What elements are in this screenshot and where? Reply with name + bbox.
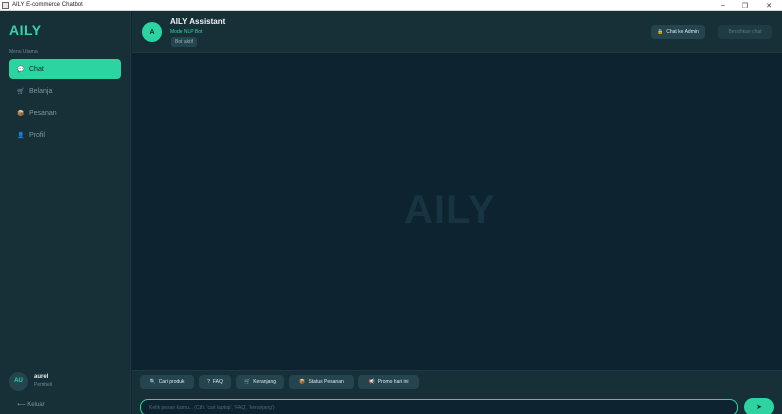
user-role: Pembeli <box>34 382 53 388</box>
person-icon: 👤 <box>17 132 25 139</box>
cart-icon: 🛒 <box>243 379 251 385</box>
sidebar: AILY Menu Utama 💬 Chat 🛒 Belanja 📦 Pesan… <box>0 11 131 414</box>
bot-name: AILY Assistant <box>170 17 226 26</box>
sidebar-item-label: Profil <box>29 131 45 139</box>
sidebar-item-label: Belanja <box>29 87 53 95</box>
clear-chat-button[interactable]: Bersihkan chat <box>718 25 772 39</box>
bot-avatar: A <box>142 22 162 42</box>
quick-reply-status-pesanan[interactable]: 📦 Status Pesanan <box>289 375 354 389</box>
chat-panel: A AILY Assistant Mode NLP Bot Bot aktif … <box>132 11 782 414</box>
quick-reply-cari-produk[interactable]: 🔍 Cari produk <box>140 375 194 389</box>
sidebar-item-label: Pesanan <box>29 109 57 117</box>
sidebar-item-pesanan[interactable]: 📦 Pesanan <box>9 103 121 123</box>
quick-reply-keranjang[interactable]: 🛒 Keranjang <box>236 375 284 389</box>
chat-admin-button[interactable]: 🔒 Chat ke Admin <box>651 25 705 39</box>
megaphone-icon: 📢 <box>368 379 375 385</box>
user-avatar: AU <box>9 371 28 391</box>
window-titlebar: AILY E-commerce Chatbot – ❐ ✕ <box>0 0 782 11</box>
lock-icon: 🔒 <box>657 29 664 35</box>
minimize-button[interactable]: – <box>712 0 734 11</box>
search-icon: 🔍 <box>149 379 156 385</box>
user-card: AU aurel Pembeli <box>9 371 121 391</box>
package-icon: 📦 <box>299 379 306 385</box>
logout-button[interactable]: ⟵ Keluar <box>17 401 45 408</box>
quick-reply-faq[interactable]: ? FAQ <box>199 375 231 389</box>
sidebar-item-label: Chat <box>29 65 44 73</box>
quick-reply-label: Keranjang <box>253 379 277 385</box>
sidebar-item-chat[interactable]: 💬 Chat <box>9 59 121 79</box>
bot-status-badge: Bot aktif <box>171 37 198 47</box>
message-area[interactable]: AILY <box>132 53 782 370</box>
window-title: AILY E-commerce Chatbot <box>12 1 83 8</box>
message-input[interactable] <box>140 399 738 414</box>
chat-header: A AILY Assistant Mode NLP Bot Bot aktif … <box>132 11 782 53</box>
user-meta: aurel Pembeli <box>34 374 52 388</box>
close-window-button[interactable]: ✕ <box>758 0 780 11</box>
quick-reply-promo[interactable]: 📢 Promo hari ini <box>358 375 419 389</box>
quick-reply-bar: 🔍 Cari produk ? FAQ 🛒 Keranjang 📦 Status… <box>132 370 782 396</box>
quick-reply-label: Promo hari ini <box>377 379 409 385</box>
bot-mode: Mode NLP Bot <box>170 29 203 35</box>
quick-reply-label: Cari produk <box>158 379 185 385</box>
sidebar-nav: 💬 Chat 🛒 Belanja 📦 Pesanan 👤 Profil <box>9 59 121 147</box>
menu-heading: Menu Utama <box>9 49 38 55</box>
quick-reply-label: Status Pesanan <box>308 379 344 385</box>
send-icon: ➤ <box>756 404 762 411</box>
package-icon: 📦 <box>17 110 25 117</box>
user-name: aurel <box>34 374 49 380</box>
chat-bubble-icon: 💬 <box>17 66 25 73</box>
sidebar-item-profil[interactable]: 👤 Profil <box>9 125 121 145</box>
watermark-logo: AILY <box>404 188 496 232</box>
send-button[interactable]: ➤ <box>744 398 774 414</box>
input-bar: ➤ <box>132 396 782 414</box>
app-logo: AILY <box>9 22 42 38</box>
app-icon <box>2 1 9 9</box>
sidebar-item-belanja[interactable]: 🛒 Belanja <box>9 81 121 101</box>
cart-icon: 🛒 <box>17 88 25 95</box>
maximize-button[interactable]: ❐ <box>734 0 756 11</box>
chat-admin-label: Chat ke Admin <box>666 29 699 35</box>
question-icon: ? <box>207 379 210 385</box>
quick-reply-label: FAQ <box>212 379 223 385</box>
